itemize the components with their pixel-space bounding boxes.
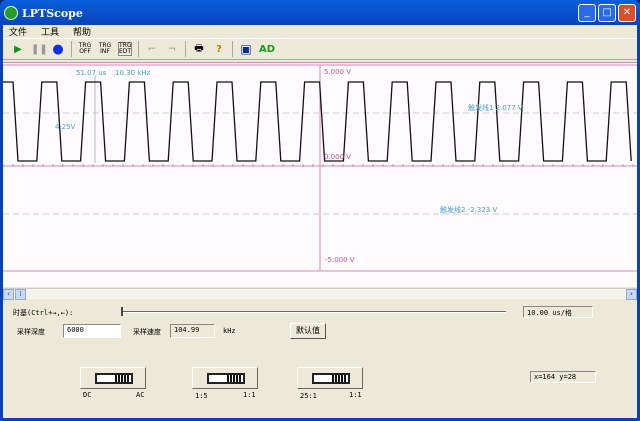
measure-freq: 10.30 kHz (115, 69, 151, 77)
coupling-dc-label: DC (83, 391, 92, 399)
title-bar: LPTScope (4, 4, 83, 22)
trigger2-label[interactable]: 触发线2 -2.323 V (440, 205, 497, 215)
measure-time: 51.07 us (76, 69, 107, 77)
ch1-top-label: 5.000 V (324, 68, 352, 76)
trigger-edit-icon[interactable]: TRG EDT (118, 42, 132, 56)
app-logo-icon (4, 6, 18, 20)
trigger-off-icon[interactable]: TRG OFF (78, 43, 92, 55)
rising-edge-icon[interactable]: ⌐ (145, 44, 159, 55)
timebase-slider-thumb[interactable] (121, 307, 123, 316)
coupling-switch[interactable] (80, 367, 146, 389)
menu-file[interactable]: 文件 (9, 25, 27, 38)
timebase-label: 时基(Ctrl+→,←): (13, 309, 74, 317)
ad-button[interactable]: AD (259, 44, 275, 55)
channel1-trace (3, 81, 632, 162)
timebase-value: 10.00 us/格 (523, 306, 593, 318)
waveform-canvas (3, 64, 637, 272)
scope-display[interactable]: 51.07 us 10.30 kHz 4.25V 5.000 V 0.000 V… (3, 62, 637, 287)
rate-label: 采样速度 (133, 328, 161, 336)
scroll-right-button[interactable]: › (626, 289, 637, 300)
rate-unit: kHz (223, 327, 236, 335)
menu-help[interactable]: 帮助 (73, 25, 91, 38)
trigger1-label[interactable]: 触发线1 2.077 V (468, 103, 523, 113)
probe-switch[interactable] (192, 367, 258, 389)
help-icon[interactable]: ? (212, 44, 226, 55)
falling-edge-icon[interactable]: ¬ (165, 44, 179, 55)
app-window: LPTScope _ □ ✕ 文件 工具 帮助 ▶ ❚❚ ● TRG OFF TR… (0, 0, 640, 421)
depth-label: 采样深度 (17, 328, 45, 336)
coupling-ac-label: AC (136, 391, 145, 399)
attenuation-switch[interactable] (297, 367, 363, 389)
horizontal-scrollbar[interactable]: ‹ ⁞ › (3, 288, 637, 300)
scroll-thumb[interactable]: ⁞ (15, 289, 26, 300)
toolbar: ▶ ❚❚ ● TRG OFF TRG INF TRG EDT ⌐ ¬ 🖶 ? ▣ AD (3, 38, 637, 60)
rate-value: 104.99 (170, 324, 215, 338)
save-icon[interactable]: ▣ (239, 42, 253, 56)
menu-bar: 文件 工具 帮助 (3, 25, 637, 38)
probe-1-1-label: 1:1 (243, 391, 256, 399)
pause-icon[interactable]: ❚❚ (31, 44, 48, 55)
play-icon[interactable]: ▶ (11, 44, 25, 55)
print-icon[interactable]: 🖶 (192, 41, 206, 58)
depth-input[interactable]: 6000 (63, 324, 121, 338)
default-button[interactable]: 默认值 (290, 323, 326, 339)
coords-readout: x=164 y=28 (530, 371, 596, 383)
ch1-zero-label: 0.000 V (324, 153, 352, 161)
menu-tools[interactable]: 工具 (41, 25, 59, 38)
timebase-slider-track[interactable] (121, 311, 506, 313)
probe-1-5-label: 1:5 (195, 392, 208, 400)
window-title: LPTScope (22, 6, 83, 20)
close-button[interactable]: ✕ (618, 4, 636, 22)
minimize-button[interactable]: _ (578, 4, 596, 22)
ch2-bottom-label: -5.000 V (325, 256, 355, 264)
scroll-left-button[interactable]: ‹ (3, 289, 14, 300)
atten-1-1-label: 1:1 (349, 391, 362, 399)
atten-25-1-label: 25:1 (300, 392, 317, 400)
cursor-volt: 4.25V (55, 123, 76, 131)
maximize-button[interactable]: □ (598, 4, 616, 22)
record-icon[interactable]: ● (51, 42, 65, 57)
trigger-inf-icon[interactable]: TRG INF (98, 43, 112, 55)
